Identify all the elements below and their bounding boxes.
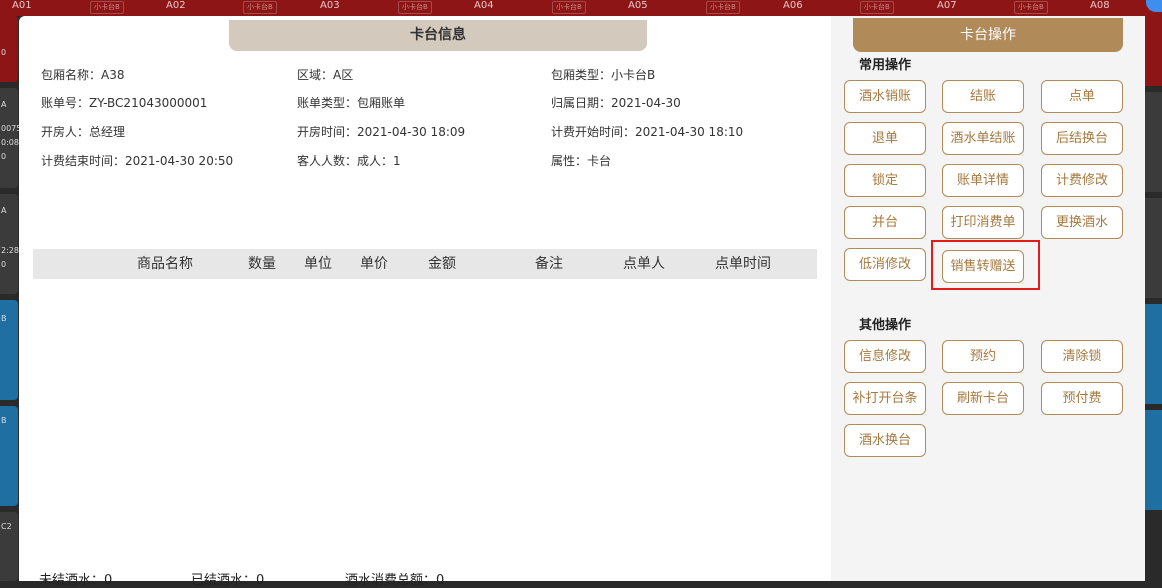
room-tile-tag: 小卡台B (860, 1, 894, 14)
guest-count-field: 客人人数：成人：1 (297, 154, 401, 168)
open-time-field: 开房时间：2021-04-30 18:09 (297, 125, 466, 139)
refresh-table-button[interactable]: 刷新卡台 (942, 382, 1024, 415)
belong-date-field: 归属日期：2021-04-30 (551, 96, 681, 110)
side-room-tile[interactable]: A 2:28 0 (0, 194, 19, 294)
room-info-title: 卡台信息 (229, 20, 647, 51)
clear-lock-button[interactable]: 清除锁 (1041, 340, 1123, 373)
room-tile-label[interactable]: A07 (937, 0, 957, 14)
room-tile-tag: 小卡台B (398, 1, 432, 14)
column-header: 金额 (428, 256, 456, 272)
side-room-tile[interactable] (1142, 92, 1162, 192)
room-tile-label[interactable]: A02 (166, 0, 186, 14)
room-name-field: 包厢名称：A38 (41, 68, 125, 82)
column-header: 点单时间 (715, 256, 771, 272)
room-tile-tag: 小卡台B (552, 1, 586, 14)
order-table-header: 商品名称 数量 单位 单价 金额 备注 点单人 点单时间 (33, 249, 817, 279)
highlight-box (931, 240, 1040, 290)
room-tile-tag: 小卡台B (243, 1, 277, 14)
bill-number-field: 账单号：ZY-BC21043000001 (41, 96, 208, 110)
column-header: 单价 (360, 256, 388, 272)
lock-button[interactable]: 锁定 (844, 164, 926, 197)
side-room-tile[interactable] (1142, 16, 1162, 86)
room-tile-tag: 小卡台B (1014, 1, 1048, 14)
billing-start-field: 计费开始时间：2021-04-30 18:10 (551, 125, 744, 139)
side-room-tile[interactable]: B (0, 406, 18, 506)
unsettled-drinks-total: 未结酒水：0 (39, 573, 113, 588)
side-room-tile[interactable] (1142, 304, 1162, 404)
prepay-button[interactable]: 预付费 (1041, 382, 1123, 415)
opener-field: 开房人：总经理 (41, 125, 126, 139)
settled-drinks-total: 已结酒水：0 (191, 573, 265, 588)
side-room-tile[interactable] (1142, 198, 1162, 298)
other-operations-title: 其他操作 (859, 318, 912, 333)
merge-table-button[interactable]: 并台 (844, 206, 926, 239)
room-tile-label[interactable]: A01 (12, 0, 32, 14)
room-type-field: 包厢类型：小卡台B (551, 68, 656, 82)
info-modify-button[interactable]: 信息修改 (844, 340, 926, 373)
side-room-tile[interactable]: A 0075 0:08 0 (0, 88, 21, 188)
room-tile-label[interactable]: A08 (1090, 0, 1110, 14)
return-order-button[interactable]: 退单 (844, 122, 926, 155)
room-tile-label[interactable]: A06 (783, 0, 803, 14)
side-room-tile[interactable] (1142, 410, 1162, 510)
room-info-panel: 卡台信息 包厢名称：A38 区域：A区 包厢类型：小卡台B 账单号：ZY-BC2… (33, 16, 817, 588)
min-spend-modify-button[interactable]: 低消修改 (844, 248, 926, 281)
column-header: 商品名称 (137, 256, 193, 272)
reprint-open-slip-button[interactable]: 补打开台条 (844, 382, 926, 415)
side-room-tile[interactable]: 0 (0, 16, 18, 82)
area-field: 区域：A区 (297, 68, 354, 82)
side-room-tile[interactable]: B (0, 300, 18, 400)
billing-modify-button[interactable]: 计费修改 (1041, 164, 1123, 197)
side-room-tile[interactable]: C2 (0, 512, 18, 581)
order-button[interactable]: 点单 (1041, 80, 1123, 113)
change-drinks-button[interactable]: 更换酒水 (1041, 206, 1123, 239)
order-table-body[interactable] (33, 279, 817, 559)
column-header: 单位 (304, 256, 332, 272)
drinks-consumption-total: 酒水消费总额：0 (345, 573, 445, 588)
room-operations-panel: 卡台操作 常用操作 酒水销账 结账 点单 退单 酒水单结账 后结换台 锁定 账单… (831, 16, 1145, 581)
checkout-button[interactable]: 结账 (942, 80, 1024, 113)
common-operations-title: 常用操作 (859, 58, 912, 73)
drink-bill-checkout-button[interactable]: 酒水单结账 (942, 122, 1024, 155)
drink-write-off-button[interactable]: 酒水销账 (844, 80, 926, 113)
reservation-button[interactable]: 预约 (942, 340, 1024, 373)
room-tile-tag: 小卡台B (90, 1, 124, 14)
billing-end-field: 计费结束时间：2021-04-30 20:50 (41, 154, 234, 168)
drink-change-table-button[interactable]: 酒水换台 (844, 424, 926, 457)
post-checkout-change-table-button[interactable]: 后结换台 (1041, 122, 1123, 155)
room-operation-dialog: 卡台信息 包厢名称：A38 区域：A区 包厢类型：小卡台B 账单号：ZY-BC2… (19, 16, 1145, 588)
room-operations-title: 卡台操作 (853, 18, 1123, 52)
attribute-field: 属性：卡台 (551, 154, 612, 168)
column-header: 数量 (248, 256, 276, 272)
room-tile-label[interactable]: A05 (628, 0, 648, 14)
column-header: 备注 (535, 256, 563, 272)
bill-type-field: 账单类型：包厢账单 (297, 96, 406, 110)
room-tile-tag: 小卡台B (706, 1, 740, 14)
column-header: 点单人 (623, 256, 665, 272)
room-tile-label[interactable]: A04 (474, 0, 494, 14)
print-bill-button[interactable]: 打印消费单 (942, 206, 1024, 239)
room-tile-label[interactable]: A03 (320, 0, 340, 14)
bill-details-button[interactable]: 账单详情 (942, 164, 1024, 197)
